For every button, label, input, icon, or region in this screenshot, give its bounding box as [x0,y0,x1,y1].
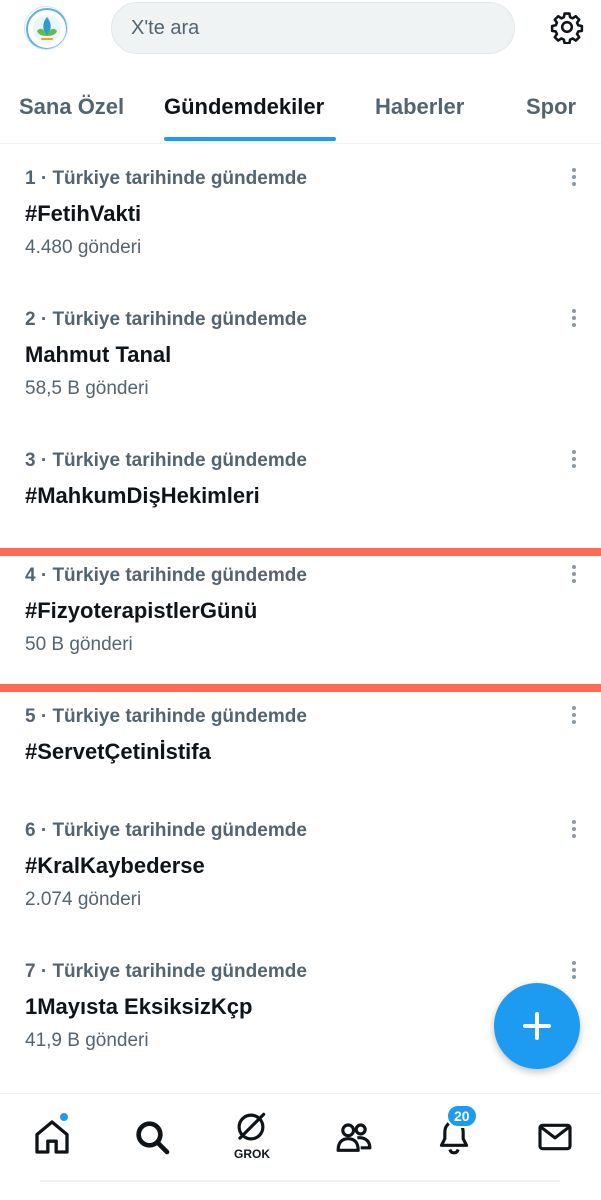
trend-title: #FizyoterapistlerGünü [25,598,258,623]
top-bar: X'te ara [0,0,601,58]
communities-icon[interactable] [334,1117,374,1157]
more-options-icon[interactable] [566,563,582,587]
active-tab-indicator [164,137,336,141]
home-icon[interactable] [32,1117,72,1157]
home-unread-dot [59,1112,69,1122]
compose-post-button[interactable] [494,983,580,1069]
trend-post-count: 2.074 gönderi [25,889,142,910]
profile-avatar[interactable] [24,6,68,50]
app: X'te ara Sana Özel Gündemdekiler Haberle… [0,0,601,1200]
trend-meta: 4 · Türkiye tarihinde gündemde [25,565,307,586]
trend-title: #MahkumDişHekimleri [25,483,260,508]
trend-title: Mahmut Tanal [25,342,172,367]
grok-icon[interactable] [232,1108,270,1146]
trend-meta: 5 · Türkiye tarihinde gündemde [25,706,307,727]
more-options-icon[interactable] [566,959,582,983]
grok-label: GROK [234,1147,270,1161]
trend-item[interactable]: 1 · Türkiye tarihinde gündemde #FetihVak… [0,168,601,298]
home-indicator [40,1180,560,1182]
trend-meta: 7 · Türkiye tarihinde gündemde [25,961,307,982]
tab-sana-ozel[interactable]: Sana Özel [19,94,124,120]
trend-post-count: 50 B gönderi [25,634,133,655]
more-options-icon[interactable] [566,818,582,842]
notifications-badge: 20 [446,1104,478,1128]
trend-meta: 6 · Türkiye tarihinde gündemde [25,820,307,841]
highlight-line-bottom [0,684,601,692]
more-options-icon[interactable] [566,704,582,728]
trend-meta: 2 · Türkiye tarihinde gündemde [25,309,307,330]
messages-envelope-icon[interactable] [535,1117,575,1157]
search-icon[interactable] [132,1117,172,1157]
more-options-icon[interactable] [566,448,582,472]
trend-post-count: 41,9 B gönderi [25,1030,149,1051]
more-options-icon[interactable] [566,166,582,190]
trend-meta: 3 · Türkiye tarihinde gündemde [25,450,307,471]
tab-haberler[interactable]: Haberler [375,94,464,120]
trend-post-count: 4.480 gönderi [25,237,142,258]
trend-title: #ServetÇetinİstifa [25,739,211,764]
settings-gear-icon[interactable] [550,10,584,44]
trend-post-count: 58,5 B gönderi [25,378,149,399]
search-placeholder: X'te ara [131,17,200,39]
trend-item[interactable]: 5 · Türkiye tarihinde gündemde #ServetÇe… [0,706,601,796]
highlight-line-top [0,548,601,556]
trend-item[interactable]: 4 · Türkiye tarihinde gündemde #Fizyoter… [0,565,601,675]
trend-title: #FetihVakti [25,201,142,226]
trend-meta: 1 · Türkiye tarihinde gündemde [25,168,307,189]
trend-title: #KralKaybederse [25,853,205,878]
explore-tabs: Sana Özel Gündemdekiler Haberler Spor [0,80,601,144]
tab-gundemdekiler[interactable]: Gündemdekiler [164,94,324,120]
avatar-logo-icon [26,8,67,49]
tab-spor[interactable]: Spor [526,94,576,120]
more-options-icon[interactable] [566,307,582,331]
trend-item[interactable]: 3 · Türkiye tarihinde gündemde #MahkumDi… [0,450,601,540]
trend-item[interactable]: 6 · Türkiye tarihinde gündemde #KralKayb… [0,820,601,940]
trend-title: 1Mayısta EksiksizKçp [25,994,253,1019]
search-input[interactable]: X'te ara [111,2,515,54]
bottom-navigation: GROK 20 [0,1093,601,1181]
trend-item[interactable]: 2 · Türkiye tarihinde gündemde Mahmut Ta… [0,309,601,439]
